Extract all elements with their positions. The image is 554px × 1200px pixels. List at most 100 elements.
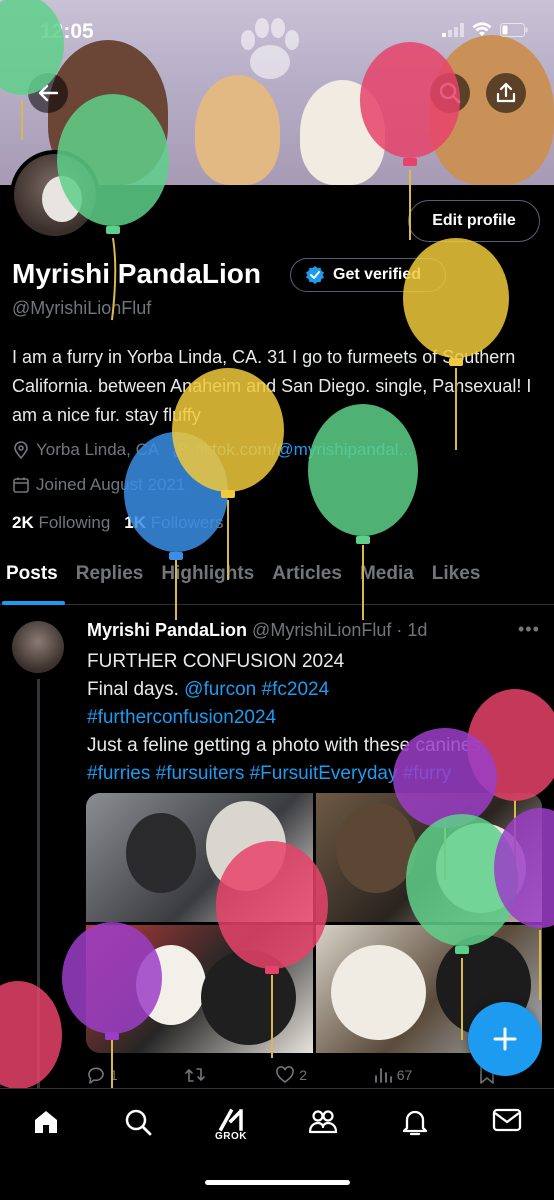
link-icon (173, 442, 187, 458)
profile-display-name: Myrishi PandaLion (12, 258, 261, 289)
profile-tabs: Posts Replies Highlights Articles Media … (0, 555, 554, 605)
nav-communities[interactable] (303, 1107, 343, 1147)
followers-link[interactable]: 1K Followers (124, 513, 223, 533)
profile-avatar[interactable] (10, 150, 100, 240)
balloon-pink-bottom-left (0, 981, 62, 1089)
post-line-2-text: Final days. (87, 679, 179, 700)
status-bar: 12:05 (0, 0, 554, 60)
photo-fursuit-head (206, 801, 286, 891)
get-verified-label: Get verified (333, 266, 422, 283)
views-count: 67 (396, 1067, 413, 1083)
search-button[interactable] (430, 73, 470, 113)
banner-character-corgi (195, 75, 280, 185)
followers-label: Followers (150, 513, 224, 532)
repost-action[interactable] (184, 1065, 210, 1085)
nav-grok[interactable]: GROK (211, 1107, 251, 1147)
post-line-4: Just a feline getting a photo with these… (87, 735, 487, 756)
home-icon (35, 1111, 57, 1133)
grok-label: GROK (215, 1131, 247, 1142)
post-line-title: FURTHER CONFUSION 2024 (87, 651, 345, 672)
repost-icon (184, 1068, 205, 1082)
photo-fursuit-head (335, 803, 416, 893)
following-label: Following (38, 513, 111, 532)
post-handle[interactable]: @MyrishiLionFluf (252, 620, 391, 640)
profile-handle: @MyrishiLionFluf (12, 298, 152, 318)
post-author[interactable]: Myrishi PandaLion (87, 620, 247, 640)
like-count: 2 (299, 1067, 307, 1083)
tab-media[interactable]: Media (351, 555, 423, 605)
reply-icon (88, 1067, 104, 1084)
post-line-3-tags[interactable]: #furtherconfusion2024 (87, 704, 547, 732)
profile-link[interactable]: tiktok.com/@myrishipandal... (195, 440, 413, 460)
photo-fursuit-head (201, 949, 296, 1045)
share-icon (496, 82, 516, 103)
profile-joined: Joined August 2021 (36, 475, 186, 494)
post-line-2-tags[interactable]: @furcon #fc2024 (184, 679, 329, 700)
post-line-5-tags[interactable]: #furries #fursuiters #FursuitEveryday #f… (87, 760, 547, 788)
views-icon (374, 1068, 392, 1083)
following-count: 2K (12, 513, 34, 532)
tab-likes[interactable]: Likes (423, 555, 490, 605)
calendar-icon (13, 477, 29, 493)
wifi-icon (472, 22, 492, 36)
back-button[interactable] (28, 73, 68, 113)
post-photo-2[interactable] (315, 793, 542, 922)
nav-messages[interactable] (487, 1107, 527, 1147)
verified-badge-icon (306, 266, 324, 284)
like-icon (276, 1066, 295, 1083)
photo-fursuit-head (330, 944, 426, 1040)
nav-home[interactable] (26, 1107, 66, 1147)
grok-icon (218, 1108, 243, 1132)
explore-icon (125, 1109, 152, 1136)
tab-articles[interactable]: Articles (263, 555, 351, 605)
post-line-2: Final days. @furcon #fc2024 (87, 676, 547, 704)
nav-explore[interactable] (118, 1107, 158, 1147)
battery-icon (500, 22, 528, 37)
notifications-icon (402, 1110, 428, 1136)
profile-location: Yorba Linda, CA (36, 440, 160, 459)
profile-bio: I am a furry in Yorba Linda, CA. 31 I go… (12, 347, 532, 425)
post-photo-3[interactable] (86, 924, 313, 1053)
post-photo-1[interactable] (86, 793, 313, 922)
back-arrow-icon (38, 84, 59, 102)
status-icons (442, 22, 528, 37)
post-media-grid (86, 793, 542, 1053)
post-text: FURTHER CONFUSION 2024 Final days. @furc… (87, 648, 547, 788)
tab-replies[interactable]: Replies (67, 555, 153, 605)
views-action[interactable]: 67 (373, 1065, 413, 1085)
share-button[interactable] (486, 73, 526, 113)
post-avatar[interactable] (12, 621, 64, 673)
more-icon[interactable]: ••• (518, 619, 540, 640)
tab-posts[interactable]: Posts (0, 555, 67, 605)
profile-joined-row: Joined August 2021 (12, 475, 185, 495)
compose-plus-icon (493, 1027, 517, 1051)
post-time: · 1d (396, 620, 428, 640)
get-verified-button[interactable]: Get verified (290, 258, 446, 292)
status-time: 12:05 (40, 20, 94, 43)
search-icon (439, 82, 461, 104)
post-header: Myrishi PandaLion @MyrishiLionFluf · 1d (87, 620, 427, 641)
compose-button[interactable] (468, 1002, 542, 1076)
banner-character-sheep (300, 80, 385, 185)
following-link[interactable]: 2K Following (12, 513, 110, 533)
like-action[interactable]: 2 (275, 1065, 307, 1085)
location-pin-icon (14, 441, 28, 459)
edit-profile-button[interactable]: Edit profile (408, 200, 540, 242)
home-indicator (205, 1180, 350, 1185)
photo-fursuit-head (126, 813, 196, 893)
reply-action[interactable]: 1 (86, 1065, 118, 1085)
photo-fursuit-head (435, 823, 526, 913)
avatar-face (42, 176, 82, 222)
follow-stats: 2K Following 1K Followers (12, 513, 224, 533)
reply-count: 1 (110, 1067, 118, 1083)
followers-count: 1K (124, 513, 147, 532)
post-actions: 1 2 67 (86, 1065, 496, 1085)
signal-icon (442, 22, 464, 37)
communities-icon (308, 1110, 338, 1134)
nav-notifications[interactable] (395, 1107, 435, 1147)
tab-highlights[interactable]: Highlights (152, 555, 263, 605)
photo-fursuit-head (136, 944, 206, 1025)
profile-location-row: Yorba Linda, CA tiktok.com/@myrishipanda… (12, 440, 413, 460)
thread-line (37, 679, 40, 1099)
messages-icon (492, 1108, 522, 1132)
